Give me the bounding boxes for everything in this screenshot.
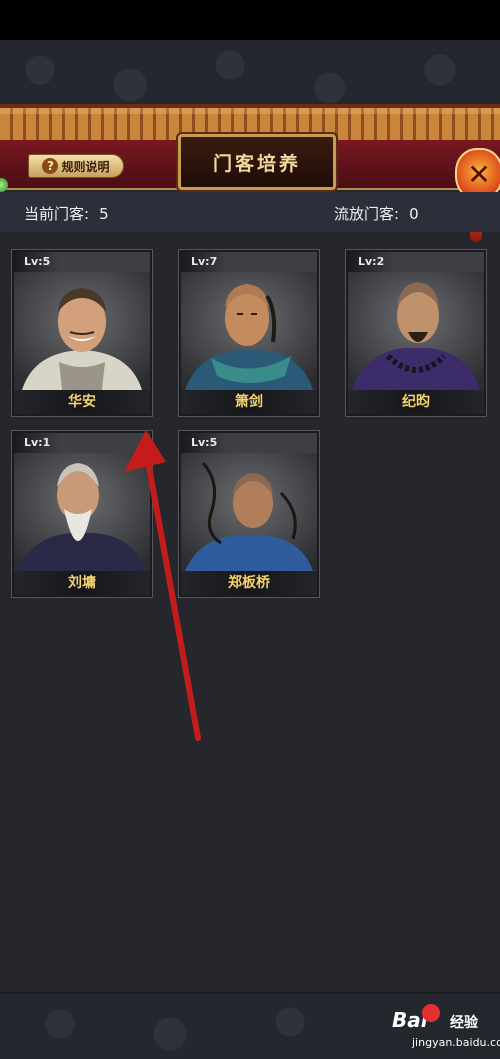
portrait-image — [14, 272, 150, 390]
level-badge: Lv:7 — [181, 252, 228, 272]
portrait-image — [14, 453, 150, 571]
retainer-name: 箫剑 — [181, 390, 317, 414]
paw-icon — [422, 1004, 440, 1022]
rules-button[interactable]: ? 规则说明 — [28, 154, 124, 178]
retainer-card[interactable]: Lv:5 郑板桥 — [179, 431, 319, 597]
rules-label: 规则说明 — [61, 159, 110, 174]
current-retainers: 当前门客: 5 — [24, 203, 109, 224]
level-badge: Lv:5 — [14, 252, 61, 272]
current-retainers-value: 5 — [99, 205, 109, 223]
portrait-image — [181, 272, 317, 390]
retainer-card[interactable]: Lv:2 纪昀 — [346, 250, 486, 416]
exiled-retainers-value: 0 — [409, 205, 419, 223]
retainer-name: 郑板桥 — [181, 571, 317, 595]
current-retainers-label: 当前门客: — [24, 205, 90, 223]
retainer-card[interactable]: Lv:5 华安 — [12, 250, 152, 416]
level-badge: Lv:1 — [14, 433, 61, 453]
page-title: 门客培养 — [178, 134, 336, 190]
status-bar — [0, 0, 500, 40]
portrait-image — [181, 453, 317, 571]
level-badge: Lv:5 — [181, 433, 228, 453]
portrait-image — [348, 272, 484, 390]
close-icon: ✕ — [467, 157, 491, 191]
watermark-url: jingyan.baidu.com — [412, 1036, 500, 1049]
level-badge: Lv:2 — [348, 252, 395, 272]
cloud-backdrop — [0, 40, 500, 110]
retainer-name: 华安 — [14, 390, 150, 414]
retainer-card[interactable]: Lv:1 刘墉 — [12, 431, 152, 597]
exiled-retainers-label: 流放门客: — [334, 205, 400, 223]
watermark: Bai 经验 jingyan.baidu.com — [392, 1000, 500, 1056]
question-icon: ? — [42, 158, 59, 174]
exiled-retainers: 流放门客: 0 — [334, 203, 419, 224]
watermark-jingyan: 经验 — [450, 1015, 478, 1031]
retainer-name: 刘墉 — [14, 571, 150, 595]
stats-bar: 当前门客: 5 流放门客: 0 — [0, 192, 500, 232]
retainer-name: 纪昀 — [348, 390, 484, 414]
retainer-card[interactable]: Lv:7 箫剑 — [179, 250, 319, 416]
